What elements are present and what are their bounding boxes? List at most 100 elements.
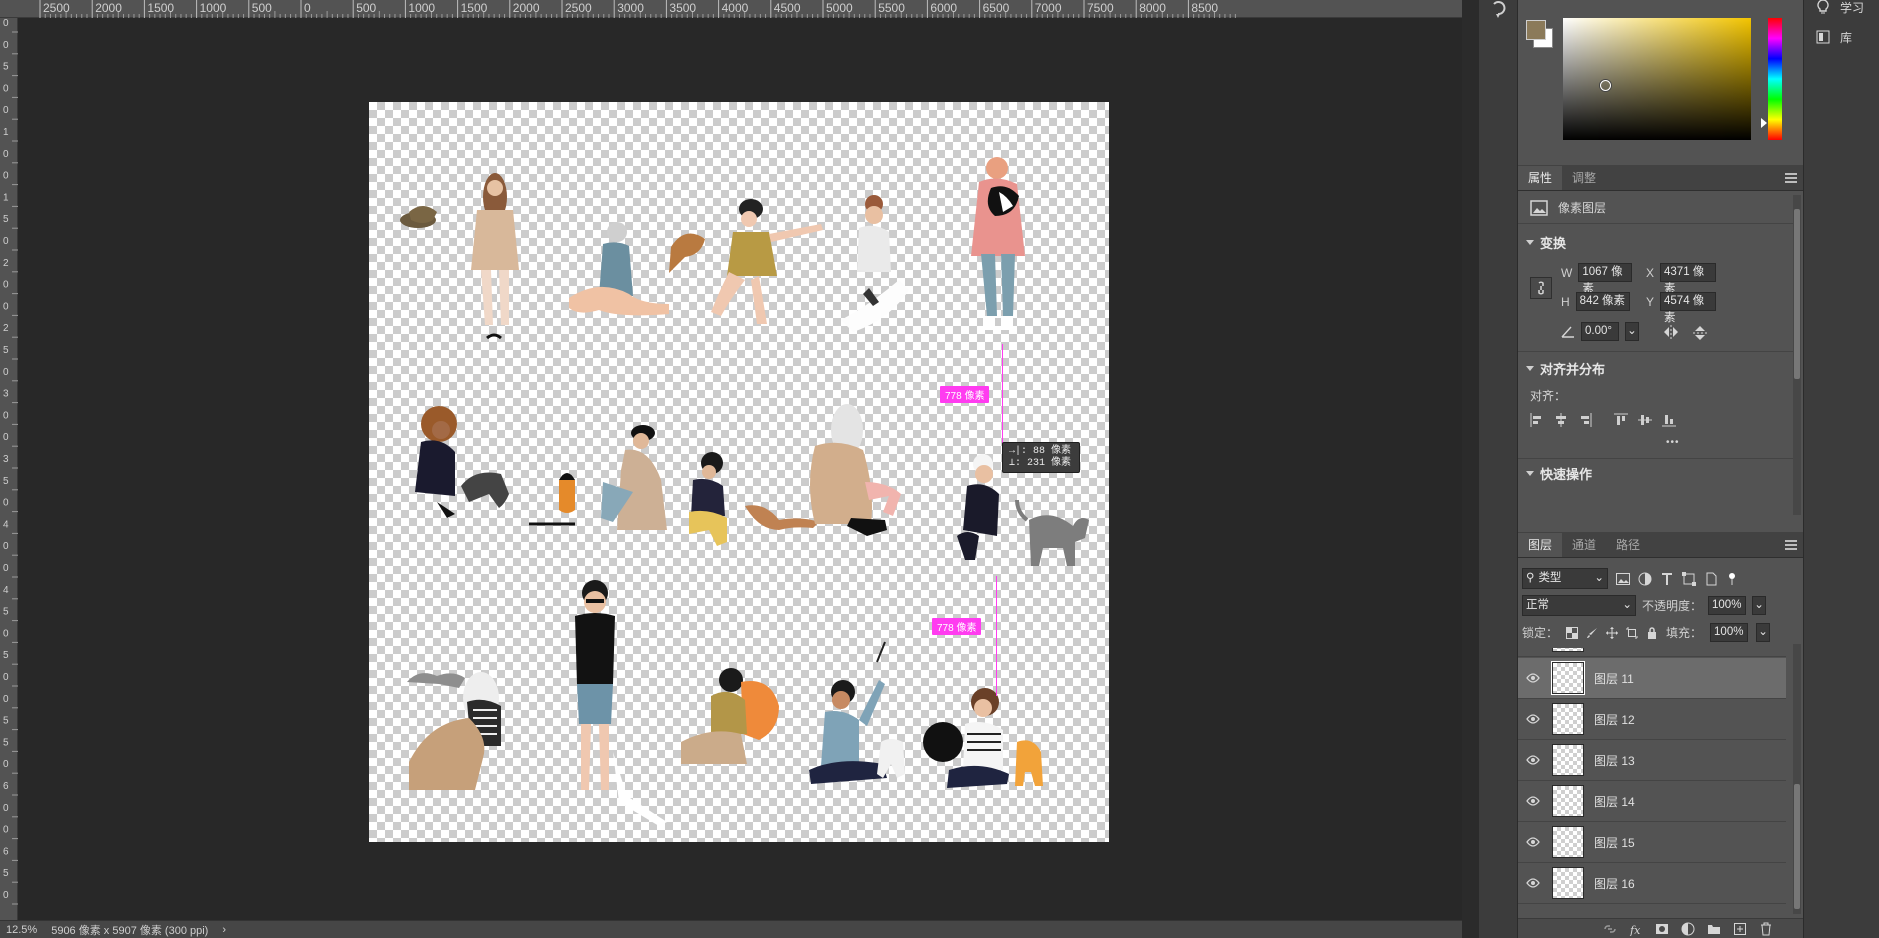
layer-thumbnail[interactable] <box>1552 703 1584 735</box>
layer-name[interactable]: 图层 11 <box>1594 670 1634 687</box>
flip-horizontal-icon[interactable] <box>1663 325 1679 339</box>
filter-adjustment-icon[interactable] <box>1638 572 1652 586</box>
layer-name[interactable]: 图层 13 <box>1594 752 1635 769</box>
layer-filter-dropdown[interactable]: ⚲ 类型 ⌄ <box>1522 568 1608 589</box>
layers-scroll-thumb[interactable] <box>1794 784 1800 909</box>
layer-name[interactable]: 图层 16 <box>1594 875 1635 892</box>
visibility-eye-icon[interactable] <box>1518 878 1548 888</box>
link-dimensions-icon[interactable] <box>1530 277 1552 299</box>
blend-mode-dropdown[interactable]: 正常 ⌄ <box>1522 595 1636 616</box>
layer-name[interactable]: 图层 12 <box>1594 711 1635 728</box>
more-options-icon[interactable]: ••• <box>1666 437 1680 448</box>
tab-paths[interactable]: 路径 <box>1606 533 1650 557</box>
layer-style-fx-icon[interactable]: fx <box>1629 922 1643 936</box>
filter-toggle-icon[interactable] <box>1726 572 1738 586</box>
layer-row[interactable]: 图层 16 <box>1518 863 1786 904</box>
visibility-eye-icon[interactable] <box>1518 837 1548 847</box>
tab-adjustments[interactable]: 调整 <box>1562 166 1606 190</box>
properties-menu-icon[interactable] <box>1785 173 1797 183</box>
figure-woman-with-guitar-and-dog <box>923 688 1043 788</box>
layer-row-partial[interactable] <box>1518 648 1786 657</box>
tab-properties[interactable]: 属性 <box>1518 166 1563 190</box>
layer-thumbnail[interactable] <box>1552 744 1584 776</box>
visibility-eye-icon[interactable] <box>1518 673 1548 683</box>
layer-name[interactable]: 图层 15 <box>1594 834 1635 851</box>
document-canvas[interactable] <box>369 102 1109 842</box>
visibility-eye-icon[interactable] <box>1518 714 1548 724</box>
lock-move-icon[interactable] <box>1606 626 1619 639</box>
align-section-header[interactable]: 对齐并分布 <box>1526 359 1605 378</box>
lock-label: 锁定： <box>1522 626 1559 640</box>
fill-input[interactable]: 100% <box>1710 623 1749 642</box>
ruler-label: 6 <box>3 781 9 792</box>
layer-row[interactable]: 图层 12 <box>1518 699 1786 740</box>
layer-thumbnail[interactable] <box>1551 661 1585 695</box>
layer-row[interactable]: 图层 13 <box>1518 740 1786 781</box>
learn-panel-label: 学习 <box>1840 0 1865 15</box>
height-input[interactable]: 842 像素 <box>1575 292 1630 311</box>
angle-input[interactable]: 0.00° <box>1581 322 1619 341</box>
vertical-ruler[interactable]: 0 0 5 0 0 1 0 0 1 5 0 2 0 0 2 5 0 3 0 0 3 5 0 4 0 0 4 5 0 5 0 0 5 5 0 6 0 0 6 5… <box>0 18 18 920</box>
tab-layers[interactable]: 图层 <box>1518 533 1563 557</box>
layers-scrollbar[interactable] <box>1793 644 1801 914</box>
collapsed-panel-icon[interactable] <box>1489 0 1509 20</box>
width-input[interactable]: 1067 像素 <box>1578 263 1633 295</box>
delete-layer-trash-icon[interactable] <box>1759 922 1773 936</box>
foreground-color-swatch[interactable] <box>1526 20 1546 40</box>
angle-dropdown-icon[interactable]: ⌄ <box>1625 322 1639 341</box>
quick-actions-section-header[interactable]: 快速操作 <box>1526 464 1592 483</box>
align-right-edges-icon[interactable] <box>1578 413 1592 427</box>
visibility-eye-icon[interactable] <box>1518 755 1548 765</box>
layer-thumbnail[interactable] <box>1552 785 1584 817</box>
align-bottom-edges-icon[interactable] <box>1662 413 1676 427</box>
layer-name[interactable]: 图层 14 <box>1594 793 1635 810</box>
layer-thumbnail[interactable] <box>1552 648 1584 652</box>
align-left-edges-icon[interactable] <box>1530 413 1544 427</box>
properties-scrollbar[interactable] <box>1793 195 1801 515</box>
horizontal-ruler[interactable]: 2500 2000 1500 1000 500 0 500 1000 1500 2000 2500 3… <box>0 0 1462 18</box>
lock-all-icon[interactable] <box>1646 626 1658 639</box>
layer-row[interactable]: 图层 14 <box>1518 781 1786 822</box>
library-panel-button[interactable]: 库 <box>1804 22 1879 52</box>
align-horizontal-centers-icon[interactable] <box>1554 413 1568 427</box>
filter-smart-object-icon[interactable] <box>1704 572 1718 586</box>
layers-menu-icon[interactable] <box>1785 540 1797 550</box>
hue-slider[interactable] <box>1768 18 1782 140</box>
canvas-area[interactable]: 778 像素 778 像素 →|: 88 像素 ⊥: 231 像素 <box>18 18 1462 920</box>
y-input[interactable]: 4574 像素 <box>1660 292 1717 324</box>
color-saturation-field[interactable] <box>1563 18 1751 140</box>
lock-transparent-icon[interactable] <box>1566 626 1579 639</box>
filter-shape-icon[interactable] <box>1682 571 1696 586</box>
layer-row[interactable]: 图层 11 <box>1518 658 1786 699</box>
transform-section-header[interactable]: 变换 <box>1526 233 1566 252</box>
add-mask-icon[interactable] <box>1655 922 1669 936</box>
status-menu-arrow[interactable]: › <box>222 924 226 936</box>
fill-dropdown-icon[interactable]: ⌄ <box>1756 623 1771 642</box>
new-group-folder-icon[interactable] <box>1707 922 1721 936</box>
filter-type-icon[interactable] <box>1660 572 1674 586</box>
ruler-label: 4 <box>3 519 9 530</box>
new-adjustment-layer-icon[interactable] <box>1681 922 1695 936</box>
layer-thumbnail[interactable] <box>1552 867 1584 899</box>
hue-slider-arrow[interactable] <box>1761 118 1767 128</box>
flip-vertical-icon[interactable] <box>1693 325 1707 341</box>
tab-channels[interactable]: 通道 <box>1562 533 1606 557</box>
layer-row[interactable]: 图层 15 <box>1518 822 1786 863</box>
align-vertical-centers-icon[interactable] <box>1638 413 1652 427</box>
layer-thumbnail[interactable] <box>1552 826 1584 858</box>
properties-scroll-thumb[interactable] <box>1794 209 1800 379</box>
opacity-dropdown-icon[interactable]: ⌄ <box>1752 596 1767 615</box>
link-layers-icon[interactable] <box>1603 922 1617 936</box>
layer-list[interactable]: 图层 11 图层 12 图层 13 图层 14 图层 15 图层 16 <box>1518 648 1786 918</box>
filter-pixel-icon[interactable] <box>1616 572 1630 585</box>
x-input[interactable]: 4371 像素 <box>1660 263 1717 295</box>
new-layer-icon[interactable] <box>1733 922 1747 936</box>
visibility-eye-icon[interactable] <box>1518 796 1548 806</box>
learn-panel-button[interactable]: 学习 <box>1804 0 1879 22</box>
zoom-level[interactable]: 12.5% <box>6 924 37 936</box>
opacity-input[interactable]: 100% <box>1708 596 1747 615</box>
align-top-edges-icon[interactable] <box>1614 413 1628 427</box>
lock-paint-brush-icon[interactable] <box>1586 627 1598 639</box>
color-picker-cursor[interactable] <box>1600 80 1611 91</box>
lock-artboard-icon[interactable] <box>1626 626 1639 639</box>
